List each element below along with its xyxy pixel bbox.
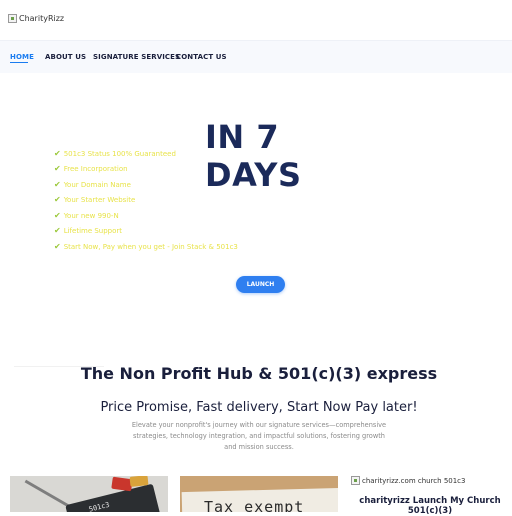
section-subtitle: Price Promise, Fast delivery, Start Now … xyxy=(100,400,418,415)
section-title: The Non Profit Hub & 501(c)(3) express xyxy=(80,364,438,383)
service-card-image-tax-exempt[interactable]: Tax exempt xyxy=(180,476,338,512)
checkmark-icon: ✔ xyxy=(54,179,61,189)
checkmark-icon: ✔ xyxy=(54,241,61,251)
checkmark-icon: ✔ xyxy=(54,226,61,236)
hero-checklist: ✔ 501c3 Status 100% Guaranteed ✔ Free Inco… xyxy=(54,146,238,255)
nav-item-about-us[interactable]: ABOUT US xyxy=(45,53,86,61)
checklist-item-text: Free Incorporation xyxy=(63,165,128,174)
checklist-item: ✔ Your Domain Name xyxy=(54,177,238,193)
logo-alt-text: CharityRizz xyxy=(19,14,65,23)
launch-button[interactable]: LAUNCH xyxy=(236,276,285,293)
nav-item-signature-services[interactable]: SIGNATURE SERVICES xyxy=(93,53,180,61)
checklist-item-text: Lifetime Support xyxy=(63,227,123,236)
checkmark-icon: ✔ xyxy=(54,195,61,205)
broken-image-icon xyxy=(351,476,360,485)
checklist-item: ✔ Your new 990-N xyxy=(54,208,238,224)
section-description: Elevate your nonprofit's journey with ou… xyxy=(131,421,387,451)
checklist-item: ✔ Your Starter Website xyxy=(54,193,238,209)
card-image-alt-text: charityrizz.com church 501c3 xyxy=(362,476,466,485)
main-nav: HOME ABOUT US SIGNATURE SERVICES CONTACT… xyxy=(0,40,512,73)
nav-active-underline xyxy=(10,62,28,63)
checkmark-icon: ✔ xyxy=(54,148,61,158)
service-card-image-501c3[interactable]: 501c3 xyxy=(10,476,168,512)
checklist-item: ✔ Lifetime Support xyxy=(54,224,238,240)
checkmark-icon: ✔ xyxy=(54,210,61,220)
checklist-item: ✔ Start Now, Pay when you get - Join Stac… xyxy=(54,239,238,255)
checklist-item: ✔ 501c3 Status 100% Guaranteed xyxy=(54,146,238,162)
checklist-item-text: 501c3 Status 100% Guaranteed xyxy=(63,149,176,158)
service-card-title[interactable]: charityrizz Launch My Church 501(c)(3) xyxy=(352,496,508,516)
checklist-item-text: Start Now, Pay when you get - Join Stack… xyxy=(63,242,238,251)
pen-shape xyxy=(24,479,70,508)
nav-item-home[interactable]: HOME xyxy=(10,53,34,61)
service-card-image-church[interactable]: charityrizz.com church 501c3 xyxy=(351,476,465,485)
tax-exempt-text: Tax exempt xyxy=(204,498,305,512)
checklist-item-text: Your new 990-N xyxy=(63,211,119,220)
broken-image-icon xyxy=(8,14,17,23)
nav-item-contact-us[interactable]: CONTACT US xyxy=(176,53,227,61)
chalkboard-text: 501c3 xyxy=(88,500,111,512)
checklist-item-text: Your Starter Website xyxy=(63,196,136,205)
checkmark-icon: ✔ xyxy=(54,164,61,174)
checklist-item-text: Your Domain Name xyxy=(63,180,131,189)
gold-clip-shape xyxy=(129,476,149,487)
checklist-item: ✔ Free Incorporation xyxy=(54,162,238,178)
site-logo[interactable]: CharityRizz xyxy=(8,14,64,23)
